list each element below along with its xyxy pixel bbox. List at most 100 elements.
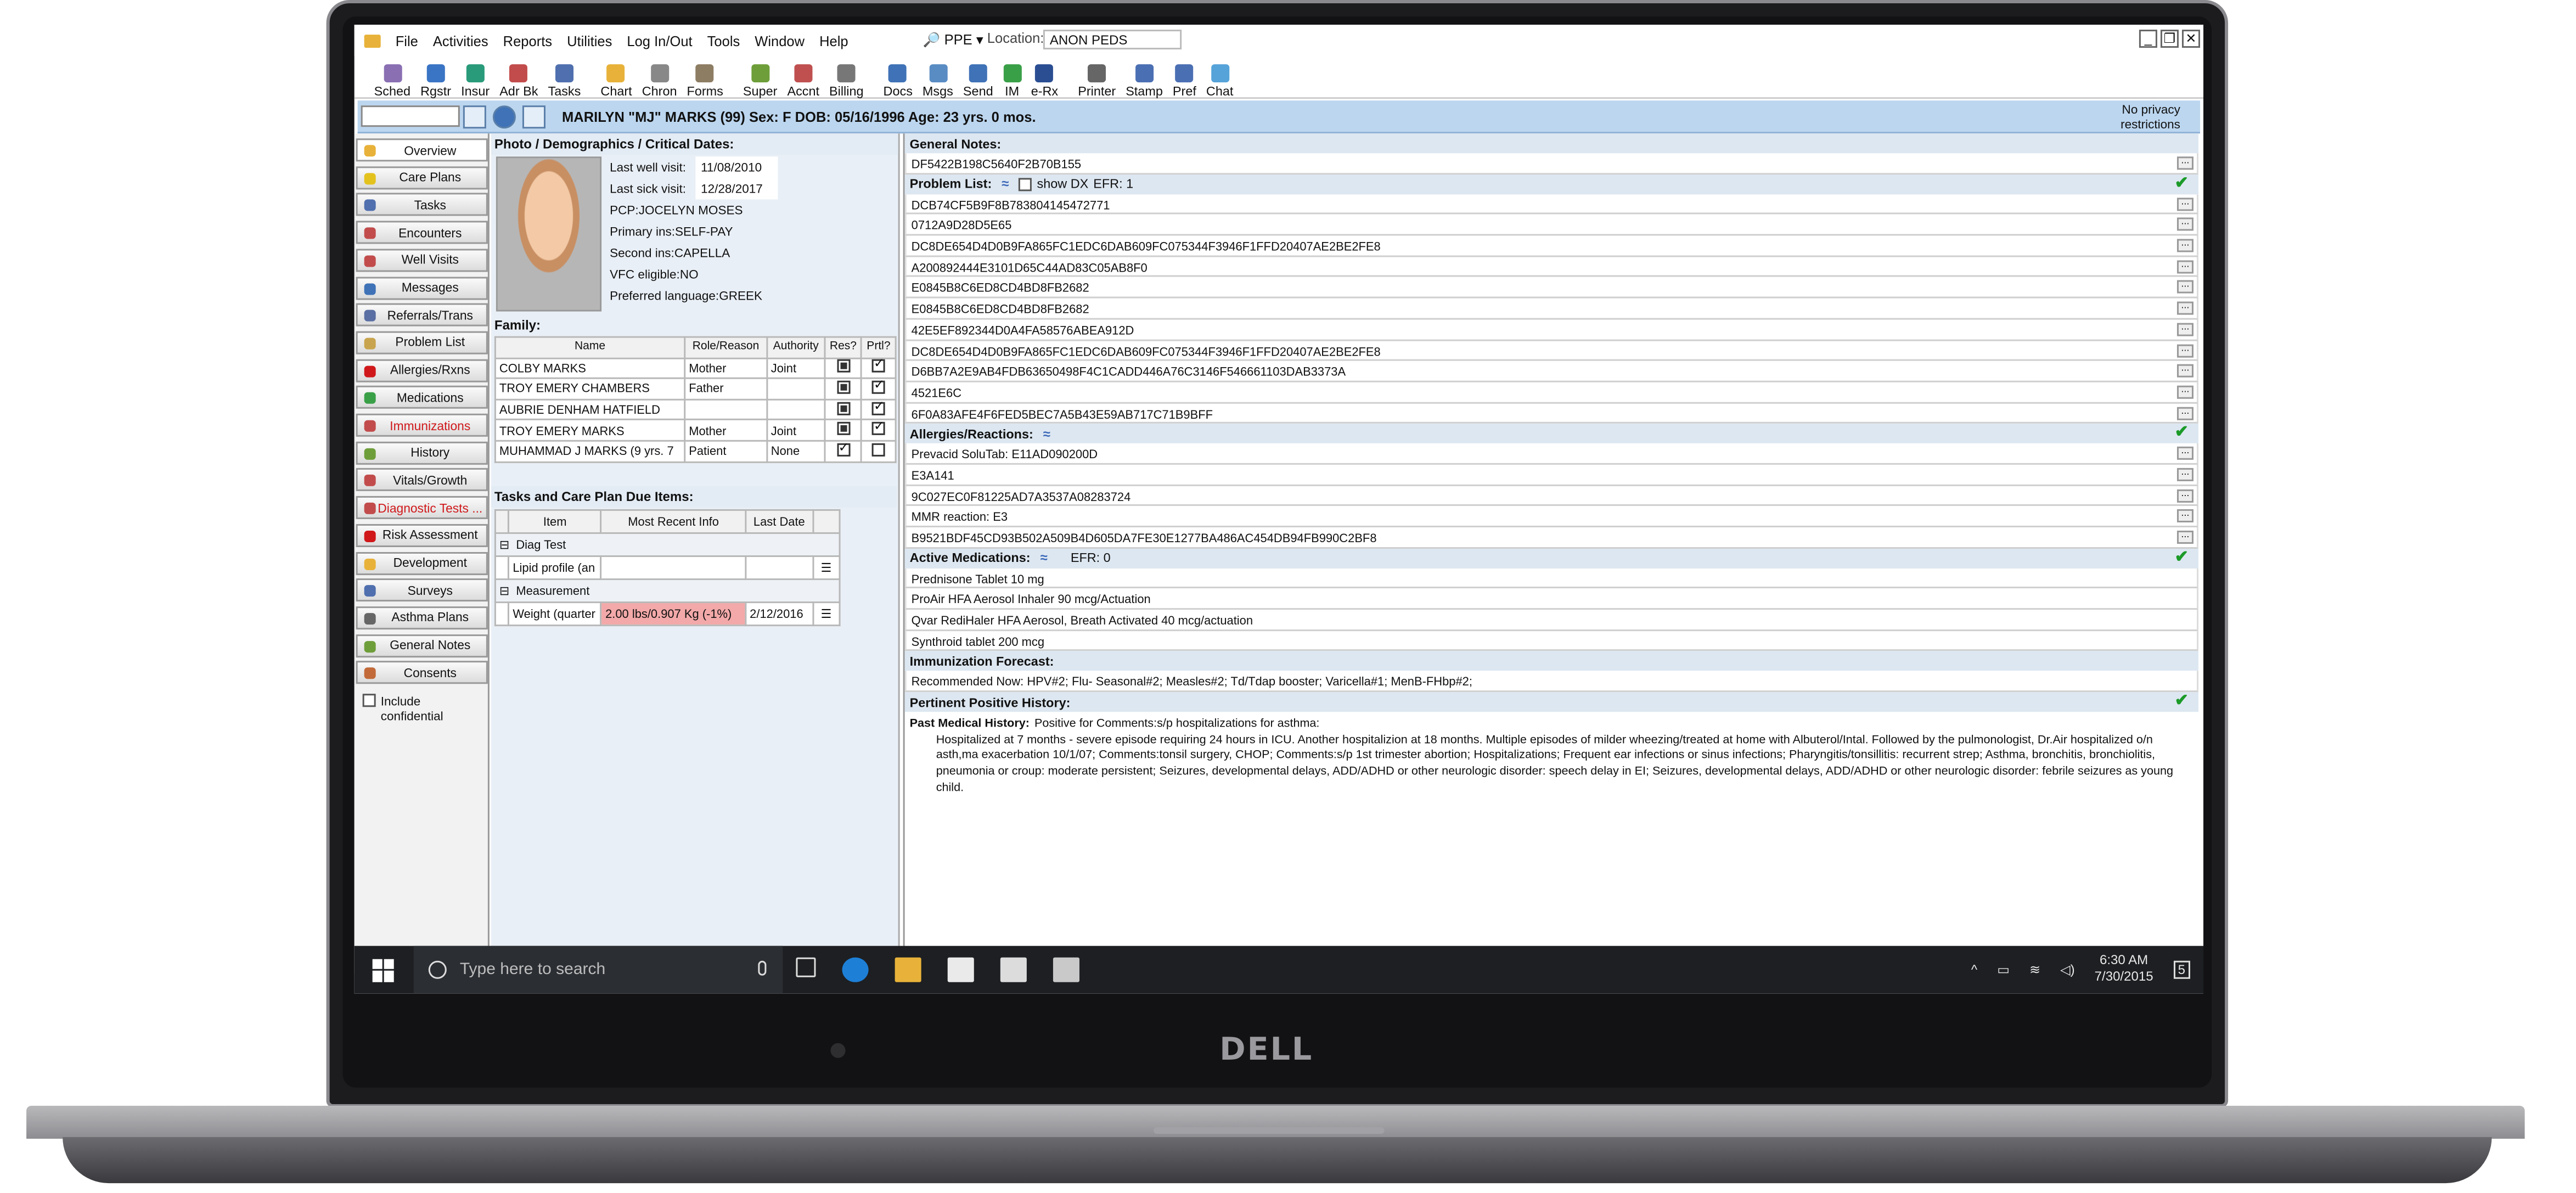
immunization-forecast[interactable]: Recommended Now: HPV#2; Flu- Seasonal#2;… bbox=[904, 671, 2199, 693]
more-icon[interactable]: ... bbox=[2176, 344, 2193, 357]
toolbar-rgstr-button[interactable]: Rgstr bbox=[415, 56, 456, 99]
nav-history[interactable]: History bbox=[356, 441, 488, 464]
prtl-checkbox[interactable] bbox=[871, 380, 885, 394]
show-dx-toggle[interactable]: show DX EFR: 1 bbox=[1019, 177, 1133, 192]
more-icon[interactable]: ... bbox=[2176, 260, 2193, 273]
notification-icon[interactable]: 5 bbox=[2173, 960, 2190, 978]
res-checkbox[interactable] bbox=[836, 401, 850, 415]
family-header[interactable]: Role/Reason bbox=[684, 336, 768, 359]
family-header[interactable]: Authority bbox=[766, 336, 826, 359]
nav-allergies-rxns[interactable]: Allergies/Rxns bbox=[356, 358, 488, 382]
problem-item[interactable]: E0845B8C6ED8CD4BD8FB2682... bbox=[904, 298, 2199, 320]
wifi-icon[interactable]: ≋ bbox=[2029, 961, 2040, 976]
photos-icon[interactable] bbox=[1053, 957, 1079, 982]
prtl-checkbox[interactable] bbox=[871, 421, 885, 436]
refresh-icon[interactable] bbox=[492, 105, 516, 129]
toolbar-msgs-button[interactable]: Msgs bbox=[918, 56, 958, 99]
toolbar-tasks-button[interactable]: Tasks bbox=[543, 56, 586, 99]
toolbar-chart-button[interactable]: Chart bbox=[595, 56, 637, 99]
more-icon[interactable]: ... bbox=[2176, 385, 2193, 399]
more-icon[interactable]: ... bbox=[2176, 364, 2193, 378]
more-icon[interactable]: ... bbox=[2176, 468, 2193, 481]
medication-item[interactable]: Qvar RediHaler HFA Aerosol, Breath Activ… bbox=[904, 610, 2199, 631]
more-icon[interactable]: ... bbox=[2176, 280, 2193, 294]
table-row[interactable]: Weight (quarter 2.00 lbs/0.907 Kg (-1%) 2/… bbox=[494, 601, 841, 627]
allergy-item[interactable]: E3A141... bbox=[904, 464, 2199, 486]
family-header[interactable]: Name bbox=[494, 336, 686, 359]
medication-item[interactable]: Synthroid tablet 200 mcg bbox=[904, 631, 2199, 652]
res-checkbox[interactable] bbox=[836, 359, 850, 373]
table-row[interactable]: MUHAMMAD J MARKS (9 yrs. 7 Patient None bbox=[494, 440, 897, 463]
collapse-icon[interactable]: ⊟ bbox=[499, 583, 509, 598]
check-icon[interactable]: ✔ bbox=[2175, 174, 2189, 192]
nav-asthma-plans[interactable]: Asthma Plans bbox=[356, 606, 488, 629]
include-confidential-toggle[interactable]: Include confidential bbox=[362, 694, 460, 723]
windows-start-icon[interactable] bbox=[372, 958, 396, 982]
edge-icon[interactable] bbox=[842, 957, 869, 982]
nav-messages[interactable]: Messages bbox=[356, 276, 488, 300]
tasks-action-icon[interactable] bbox=[812, 509, 841, 534]
medication-item[interactable]: Prednisone Tablet 10 mg bbox=[904, 568, 2199, 589]
menu-utilities[interactable]: Utilities bbox=[567, 32, 612, 49]
nav-vitals-growth[interactable]: Vitals/Growth bbox=[356, 469, 488, 492]
show-dx-checkbox[interactable] bbox=[1019, 177, 1032, 191]
prtl-checkbox[interactable] bbox=[871, 359, 885, 373]
nav-immunizations[interactable]: Immunizations bbox=[356, 413, 488, 437]
more-icon[interactable]: ... bbox=[2176, 488, 2193, 502]
toolbar-pref-button[interactable]: Pref bbox=[1168, 56, 1201, 99]
clock[interactable]: 6:30 AM 7/30/2015 bbox=[2095, 953, 2153, 986]
task-action-icon[interactable]: ☰ bbox=[812, 555, 841, 581]
more-icon[interactable]: ... bbox=[2176, 156, 2193, 170]
problem-item[interactable]: 4521E6C... bbox=[904, 382, 2199, 403]
toolbar-docs-button[interactable]: Docs bbox=[879, 56, 918, 99]
allergy-item[interactable]: 9C027EC0F81225AD7A3537A08283724... bbox=[904, 485, 2199, 507]
allergy-item[interactable]: B9521BDF45CD93B502A509B4D605DA7FE30E1277… bbox=[904, 527, 2199, 549]
toolbar-accnt-button[interactable]: Accnt bbox=[782, 56, 824, 99]
more-icon[interactable]: ... bbox=[2176, 447, 2193, 460]
tasks-header[interactable]: Item bbox=[508, 509, 603, 534]
edit-icon[interactable]: ≈ bbox=[1040, 551, 1048, 566]
nav-medications[interactable]: Medications bbox=[356, 386, 488, 409]
more-icon[interactable]: ... bbox=[2176, 197, 2193, 211]
family-header[interactable]: Prtl? bbox=[860, 336, 897, 359]
nav-general-notes[interactable]: General Notes bbox=[356, 633, 488, 657]
nav-problem-list[interactable]: Problem List bbox=[356, 331, 488, 354]
problem-item[interactable]: DC8DE654D4D0B9FA865FC1EDC6DAB609FC075344… bbox=[904, 340, 2199, 362]
patient-search-input[interactable] bbox=[361, 105, 460, 127]
task-group-row[interactable]: ⊟ Diag Test bbox=[494, 532, 841, 558]
mail-icon[interactable] bbox=[1000, 957, 1027, 982]
toolbar-stamp-button[interactable]: Stamp bbox=[1121, 56, 1168, 99]
nav-risk-assessment[interactable]: Risk Assessment bbox=[356, 524, 488, 547]
menu-window[interactable]: Window bbox=[755, 32, 805, 49]
battery-icon[interactable]: ▭ bbox=[1997, 961, 2010, 976]
chart-icon[interactable] bbox=[522, 105, 545, 129]
nav-development[interactable]: Development bbox=[356, 551, 488, 575]
toolbar-printer-button[interactable]: Printer bbox=[1073, 56, 1121, 99]
ppe-selector[interactable]: 🔎 PPE ▾ bbox=[923, 31, 983, 49]
problem-item[interactable]: DCB74CF5B9F8B783804145472771... bbox=[904, 194, 2199, 215]
check-icon[interactable]: ✔ bbox=[2175, 548, 2189, 566]
problem-item[interactable]: 0712A9D28D5E65... bbox=[904, 215, 2199, 236]
menu-activities[interactable]: Activities bbox=[433, 32, 488, 49]
family-header[interactable]: Res? bbox=[824, 336, 863, 359]
task-action-icon[interactable]: ☰ bbox=[812, 601, 841, 627]
toolbar-forms-button[interactable]: Forms bbox=[682, 56, 728, 99]
table-row[interactable]: TROY EMERY CHAMBERS Father bbox=[494, 378, 897, 401]
microphone-icon[interactable] bbox=[758, 960, 767, 976]
more-icon[interactable]: ... bbox=[2176, 509, 2193, 523]
more-icon[interactable]: ... bbox=[2176, 530, 2193, 544]
check-icon[interactable]: ✔ bbox=[2175, 424, 2189, 442]
nav-tasks[interactable]: Tasks bbox=[356, 193, 488, 217]
table-row[interactable]: TROY EMERY MARKS Mother Joint bbox=[494, 419, 897, 442]
menu-help[interactable]: Help bbox=[819, 32, 848, 49]
menu-reports[interactable]: Reports bbox=[503, 32, 552, 49]
minimize-button[interactable]: _ bbox=[2139, 30, 2157, 48]
store-icon[interactable] bbox=[947, 957, 974, 982]
prtl-checkbox[interactable] bbox=[871, 443, 885, 457]
problem-item[interactable]: DC8DE654D4D0B9FA865FC1EDC6DAB609FC075344… bbox=[904, 235, 2199, 257]
toolbar-im-button[interactable]: IM bbox=[998, 56, 1026, 99]
tasks-header[interactable]: Most Recent Info bbox=[600, 509, 747, 534]
medication-item[interactable]: ProAir HFA Aerosol Inhaler 90 mcg/Actuat… bbox=[904, 589, 2199, 610]
file-explorer-icon[interactable] bbox=[895, 957, 921, 982]
toolbar-sched-button[interactable]: Sched bbox=[369, 56, 415, 99]
